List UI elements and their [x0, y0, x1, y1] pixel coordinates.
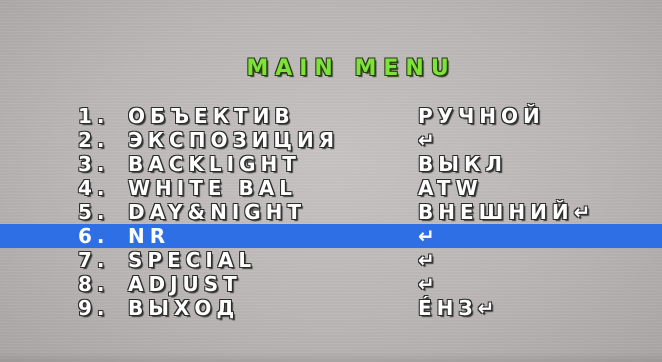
menu-item-label: ADJUST [128, 272, 242, 296]
menu-item-number: 4. [78, 176, 110, 200]
menu-item-nr[interactable]: 6. NR ↵ [0, 224, 662, 248]
menu-item-value: РУЧНОЙ [418, 104, 545, 128]
menu-title: MAIN MENU [246, 56, 456, 81]
menu-item-day-night[interactable]: 5. DAY&NIGHT ВНЕШНИЙ↵ [0, 200, 662, 224]
menu-item-value: ÉНЗ↵ [418, 296, 500, 320]
screen-edge [0, 352, 662, 362]
menu-item-label: BACKLIGHT [128, 152, 301, 176]
menu-item-value: ВНЕШНИЙ↵ [418, 200, 596, 224]
menu-item-label: SPECIAL [128, 248, 257, 272]
menu-item-number: 8. [78, 272, 110, 296]
main-menu: 1. ОБЪЕКТИВ РУЧНОЙ 2. ЭКСПОЗИЦИЯ ↵ 3. BA… [0, 104, 662, 320]
menu-item-label: ОБЪЕКТИВ [128, 104, 295, 128]
menu-item-number: 7. [78, 248, 110, 272]
menu-item-number: 9. [78, 296, 110, 320]
menu-item-value: ВЫКЛ [418, 152, 507, 176]
enter-icon: ↵ [418, 224, 440, 248]
menu-item-number: 5. [78, 200, 110, 224]
menu-item-number: 1. [78, 104, 110, 128]
menu-item-exposure[interactable]: 2. ЭКСПОЗИЦИЯ ↵ [0, 128, 662, 152]
menu-item-exit[interactable]: 9. ВЫХОД ÉНЗ↵ [0, 296, 662, 320]
menu-item-number: 3. [78, 152, 110, 176]
menu-item-special[interactable]: 7. SPECIAL ↵ [0, 248, 662, 272]
menu-item-label: ВЫХОД [128, 296, 240, 320]
enter-icon: ↵ [418, 128, 440, 152]
menu-item-objektiv[interactable]: 1. ОБЪЕКТИВ РУЧНОЙ [0, 104, 662, 128]
menu-item-label: NR [128, 224, 171, 248]
menu-item-adjust[interactable]: 8. ADJUST ↵ [0, 272, 662, 296]
enter-icon: ↵ [418, 248, 440, 272]
menu-item-number: 6. [78, 224, 110, 248]
menu-item-value: ATW [418, 176, 483, 200]
menu-item-number: 2. [78, 128, 110, 152]
menu-item-backlight[interactable]: 3. BACKLIGHT ВЫКЛ [0, 152, 662, 176]
menu-item-label: ЭКСПОЗИЦИЯ [128, 128, 340, 152]
menu-item-label: DAY&NIGHT [128, 200, 307, 224]
menu-item-white-bal[interactable]: 4. WHITE BAL ATW [0, 176, 662, 200]
enter-icon: ↵ [418, 272, 440, 296]
menu-item-label: WHITE BAL [128, 176, 297, 200]
osd-screen: MAIN MENU 1. ОБЪЕКТИВ РУЧНОЙ 2. ЭКСПОЗИЦ… [0, 0, 662, 362]
